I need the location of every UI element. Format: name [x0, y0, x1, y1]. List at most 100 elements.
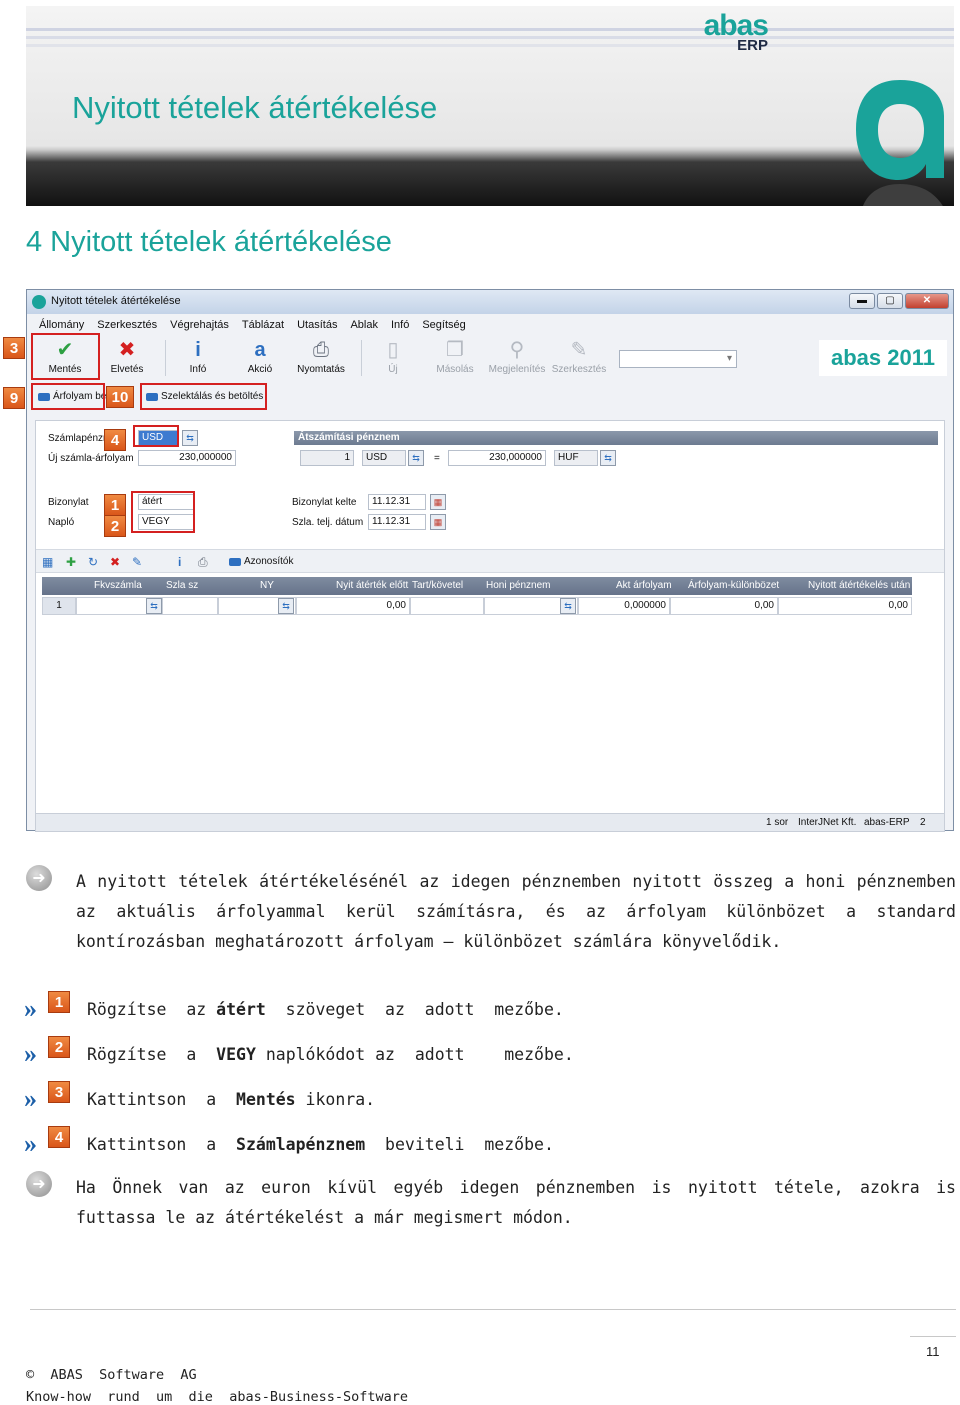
cell-nyit-elott[interactable]: 0,00: [296, 597, 410, 615]
col-tart-kovetel[interactable]: Tart/követel: [412, 580, 463, 591]
abas-a-graphic: [856, 80, 944, 206]
step-text: szöveget az adott mezőbe.: [265, 1000, 564, 1019]
discard-button[interactable]: ✖ Elvetés: [97, 338, 157, 375]
calendar-icon[interactable]: ▦: [430, 494, 446, 510]
row-delete-icon[interactable]: ✖: [110, 555, 120, 569]
menu-info[interactable]: Infó: [391, 319, 409, 331]
marker-badge: 2: [104, 515, 126, 537]
document-date-field[interactable]: 11.12.31: [368, 494, 426, 510]
row-edit-icon[interactable]: ✎: [132, 555, 142, 569]
grid-header: Fkvszámla Szla sz NY Nyit átérték előtt …: [42, 577, 912, 595]
marker-badge: 4: [104, 429, 126, 451]
col-arfolyam-kulonbozet[interactable]: Árfolyam-különbözet: [688, 580, 779, 591]
marker-badge: 10: [106, 386, 134, 408]
row-add-icon[interactable]: ✚: [66, 555, 76, 569]
cell-kulonbozet[interactable]: 0,00: [670, 597, 778, 615]
cell-tart-kovetel[interactable]: [410, 597, 484, 615]
close-button[interactable]: ✕: [905, 293, 949, 309]
col-honi-penznem[interactable]: Honi pénznem: [486, 580, 550, 591]
step-text: Rögzítse az: [87, 1000, 217, 1019]
chevron-bullet-icon: »: [24, 994, 37, 1023]
new-button[interactable]: ▯ Új: [363, 338, 423, 375]
edit-button[interactable]: ✎ Szerkesztés: [549, 338, 609, 375]
print-button[interactable]: ⎙ Nyomtatás: [291, 338, 351, 375]
copy-icon: ❐: [446, 339, 464, 361]
menu-szerkesztes[interactable]: Szerkesztés: [97, 319, 157, 331]
col-utan[interactable]: Nyitott átértékelés után: [808, 580, 910, 591]
grid-table-icon[interactable]: ▦: [42, 555, 53, 569]
banner-stripe: [26, 36, 954, 39]
menu-vegrehajtas[interactable]: Végrehajtás: [170, 319, 229, 331]
equals-sign: =: [434, 453, 440, 464]
currency-picker-button[interactable]: ⇆: [182, 430, 198, 446]
col-akt-arfolyam[interactable]: Akt árfolyam: [616, 580, 672, 591]
grid-info-icon[interactable]: i: [178, 555, 181, 569]
cell-picker-button[interactable]: ⇆: [278, 598, 294, 614]
grid-print-icon[interactable]: ⎙: [198, 555, 208, 570]
new-document-icon: ▯: [387, 339, 399, 361]
footer-divider: [30, 1309, 956, 1310]
printer-icon: ⎙: [313, 339, 329, 361]
identifiers-button[interactable]: Azonosítók: [226, 554, 293, 570]
info-icon: i: [195, 339, 201, 361]
row-refresh-icon[interactable]: ↻: [88, 555, 98, 569]
table-row: 1 ⇆ ⇆ 0,00 ⇆ 0,000000 0,00 0,00: [42, 597, 912, 615]
cell-akt-arfolyam[interactable]: 0,000000: [578, 597, 670, 615]
copy-button[interactable]: ❐ Másolás: [425, 338, 485, 375]
step-text: Rögzítse a: [87, 1045, 217, 1064]
new-rate-field[interactable]: 230,000000: [138, 450, 236, 466]
menu-ablak[interactable]: Ablak: [350, 319, 378, 331]
col-fkvszamla[interactable]: Fkvszámla: [94, 580, 142, 591]
conversion-rate-field[interactable]: 230,000000: [448, 450, 546, 466]
col-nyit-elott[interactable]: Nyit átérték előtt: [336, 580, 408, 591]
cell-picker-button[interactable]: ⇆: [560, 598, 576, 614]
highlight-rate-button: [31, 383, 105, 410]
to-picker-button[interactable]: ⇆: [600, 450, 616, 466]
app-icon: [32, 295, 46, 309]
note-arrow-icon: ➜: [26, 865, 52, 891]
step-text: Kattintson a: [87, 1135, 237, 1154]
toolbar-combo[interactable]: [619, 350, 737, 368]
intro-paragraph: A nyitott tételek átértékelésénél az ide…: [76, 872, 956, 951]
from-picker-button[interactable]: ⇆: [408, 450, 424, 466]
calendar-icon[interactable]: ▦: [430, 514, 446, 530]
fulfil-date-field[interactable]: 11.12.31: [368, 514, 426, 530]
cell-utan[interactable]: 0,00: [778, 597, 912, 615]
menu-bar: Állomány Szerkesztés Végrehajtás Tábláza…: [27, 316, 953, 334]
step-text: Kattintson a: [87, 1090, 237, 1109]
section-heading: 4 Nyitott tételek átértékelése: [26, 226, 392, 258]
view-label: Megjelenítés: [488, 364, 546, 375]
new-rate-label: Új számla-árfolyam: [48, 453, 134, 464]
conversion-qty-field[interactable]: 1: [300, 450, 354, 466]
highlight-currency-field: [133, 425, 179, 447]
menu-tablazat[interactable]: Táblázat: [242, 319, 284, 331]
pencil-icon: ✎: [570, 339, 588, 361]
menu-allomany[interactable]: Állomány: [39, 319, 84, 331]
cell-picker-button[interactable]: ⇆: [146, 598, 162, 614]
conversion-to-field[interactable]: HUF: [554, 450, 598, 466]
cell-szla-sz[interactable]: [162, 597, 218, 615]
action-button[interactable]: a Akció: [230, 338, 290, 375]
marker-badge: 9: [3, 387, 25, 409]
invoice-currency-label: Számlapénzn: [48, 433, 109, 444]
step-1: Rögzítse az átért szöveget az adott mező…: [87, 998, 564, 1022]
minimize-button[interactable]: ▬: [849, 293, 875, 309]
note-arrow-icon: ➜: [26, 1171, 52, 1197]
info-button[interactable]: i Infó: [168, 338, 228, 375]
discard-label: Elvetés: [110, 364, 144, 375]
step-keyword: Számlapénznem: [236, 1135, 366, 1154]
menu-segitseg[interactable]: Segítség: [422, 319, 465, 331]
journal-label: Napló: [48, 517, 75, 528]
step-badge: 2: [48, 1036, 70, 1058]
col-ny[interactable]: NY: [260, 580, 274, 591]
step-text: beviteli mezőbe.: [365, 1135, 554, 1154]
menu-utasitas[interactable]: Utasítás: [297, 319, 337, 331]
view-button[interactable]: ⚲ Megjelenítés: [487, 338, 547, 375]
window-titlebar: Nyitott tételek átértékelése ▬ ▢ ✕: [27, 290, 953, 314]
row-number: 1: [42, 597, 76, 615]
step-badge: 1: [48, 991, 70, 1013]
col-szla-sz[interactable]: Szla sz: [166, 580, 198, 591]
maximize-button[interactable]: ▢: [877, 293, 903, 309]
conversion-from-field[interactable]: USD: [362, 450, 406, 466]
step-2: Rögzítse a VEGY naplókódot az adott mező…: [87, 1043, 574, 1067]
